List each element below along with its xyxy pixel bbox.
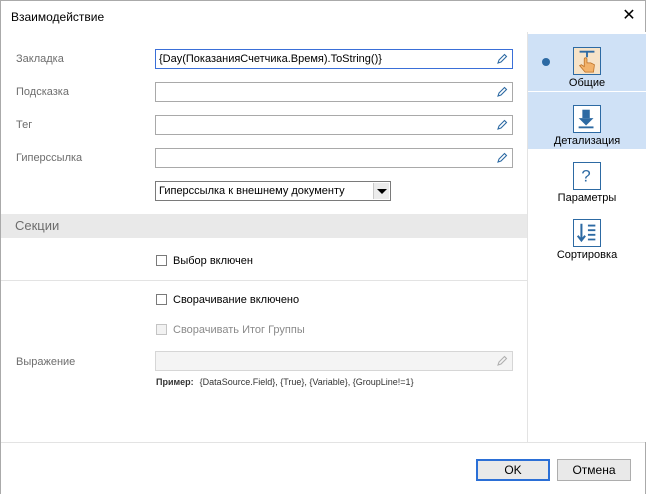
bookmark-label: Закладка xyxy=(16,53,64,65)
selection-enabled-label: Выбор включен xyxy=(173,255,253,267)
edit-pencil-icon[interactable] xyxy=(496,86,508,98)
hand-pointer-icon xyxy=(573,47,601,75)
example-text: {DataSource.Field}, {True}, {Variable}, … xyxy=(199,377,414,387)
tab-drilldown-label: Детализация xyxy=(553,135,621,147)
chevron-down-icon[interactable] xyxy=(373,183,389,199)
hyperlink-label: Гиперссылка xyxy=(16,152,83,164)
hyperlink-type-value: Гиперссылка к внешнему документу xyxy=(159,185,345,197)
expression-input[interactable] xyxy=(155,351,513,371)
svg-text:?: ? xyxy=(581,167,590,186)
divider xyxy=(1,280,527,281)
expression-example: Пример: {DataSource.Field}, {True}, {Vari… xyxy=(156,377,414,387)
hyperlink-type-select[interactable]: Гиперссылка к внешнему документу xyxy=(155,181,391,201)
drilldown-arrow-icon xyxy=(573,105,601,133)
collapse-enabled-label: Сворачивание включено xyxy=(173,294,300,306)
cancel-button[interactable]: Отмена xyxy=(557,459,631,481)
tab-parameters-label: Параметры xyxy=(557,192,617,204)
hyperlink-input[interactable] xyxy=(155,148,513,168)
interaction-dialog: Взаимодействие ✕ Закладка {Day(Показания… xyxy=(0,0,646,494)
dialog-footer: OK Отмена xyxy=(1,442,645,494)
tab-drilldown[interactable]: Детализация xyxy=(528,92,646,149)
expression-label: Выражение xyxy=(16,356,76,368)
tab-general-label: Общие xyxy=(568,77,606,89)
tag-label: Тег xyxy=(16,119,33,131)
sections-header: Секции xyxy=(1,214,527,238)
sections-title: Секции xyxy=(15,218,60,233)
selection-enabled-checkbox[interactable] xyxy=(156,255,167,266)
dialog-title: Взаимодействие xyxy=(11,10,105,24)
edit-pencil-icon[interactable] xyxy=(496,152,508,164)
bookmark-input[interactable]: {Day(ПоказанияСчетчика.Время).ToString()… xyxy=(155,49,513,69)
collapse-enabled-checkbox[interactable] xyxy=(156,294,167,305)
question-icon: ? xyxy=(573,162,601,190)
close-icon[interactable]: ✕ xyxy=(617,5,641,27)
edit-pencil-icon[interactable] xyxy=(496,53,508,65)
tag-input[interactable] xyxy=(155,115,513,135)
title-bar: Взаимодействие ✕ xyxy=(1,1,645,32)
bookmark-value: {Day(ПоказанияСчетчика.Время).ToString()… xyxy=(159,53,382,65)
tab-sorting[interactable]: Сортировка xyxy=(528,206,646,263)
edit-pencil-icon[interactable] xyxy=(496,119,508,131)
tab-sorting-label: Сортировка xyxy=(556,249,618,261)
sort-icon xyxy=(573,219,601,247)
collapse-group-total-checkbox[interactable] xyxy=(156,324,167,335)
active-tab-indicator xyxy=(542,58,550,66)
edit-pencil-icon[interactable] xyxy=(496,355,508,367)
collapse-group-total-label: Сворачивать Итог Группы xyxy=(173,324,305,336)
ok-button[interactable]: OK xyxy=(476,459,550,481)
tab-parameters[interactable]: ? Параметры xyxy=(528,149,646,206)
tooltip-label: Подсказка xyxy=(16,86,69,98)
tooltip-input[interactable] xyxy=(155,82,513,102)
example-label: Пример: xyxy=(156,377,194,387)
